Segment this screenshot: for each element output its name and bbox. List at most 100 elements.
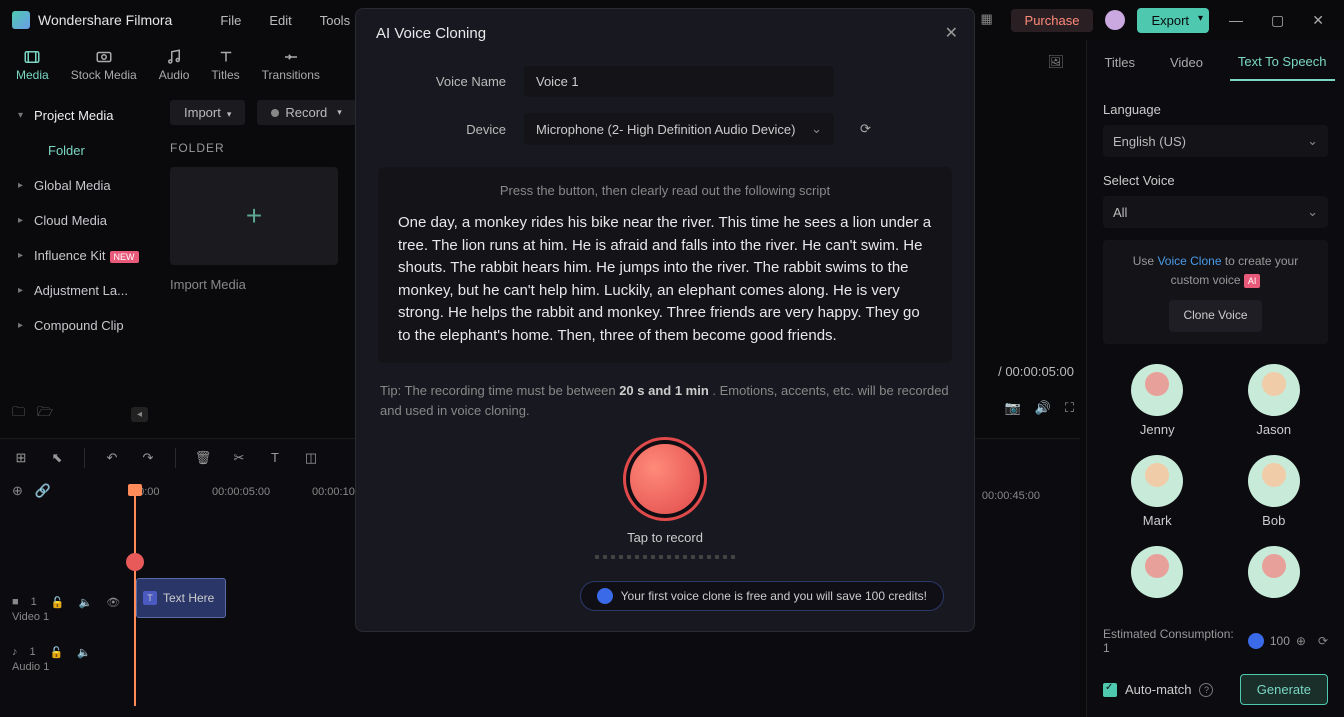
pointer-icon[interactable]: ⬉ <box>48 450 66 466</box>
select-voice-label: Select Voice <box>1103 173 1328 188</box>
select-icon[interactable]: ⊞ <box>12 450 30 466</box>
voice-name: Jenny <box>1140 422 1175 437</box>
tl-add-icon[interactable]: ⊕ <box>12 483 23 499</box>
export-button[interactable]: Export <box>1137 8 1209 33</box>
title-clip[interactable]: T Text Here <box>136 578 226 618</box>
voice-card-jenny[interactable]: Jenny <box>1103 364 1212 437</box>
voice-card[interactable] <box>1103 546 1212 598</box>
sidebar-item-folder[interactable]: Folder <box>0 133 160 168</box>
voice-card-bob[interactable]: Bob <box>1220 455 1329 528</box>
credits-value: 100 <box>1270 634 1290 648</box>
media-tab-audio-label: Audio <box>159 68 190 82</box>
timeline-marker[interactable] <box>126 553 144 571</box>
tab-tts[interactable]: Text To Speech <box>1230 44 1335 81</box>
sidebar-item-global-media[interactable]: ▸Global Media <box>0 168 160 203</box>
tab-video[interactable]: Video <box>1162 45 1211 80</box>
add-credits-icon[interactable]: ⊕ <box>1296 634 1306 648</box>
video-track-header[interactable]: ■1🔓🔈👁 Video 1 <box>0 584 128 634</box>
avatar-icon <box>1131 546 1183 598</box>
delete-icon[interactable]: 🗑 <box>194 450 212 466</box>
picture-icon[interactable]: 🖼 <box>1047 54 1064 70</box>
refresh-credits-icon[interactable]: ⟳ <box>1318 634 1328 648</box>
fullscreen-icon[interactable]: ⛶ <box>1065 400 1074 416</box>
volume-icon[interactable]: 🔊 <box>1035 400 1051 416</box>
media-tab-media[interactable]: Media <box>6 44 59 86</box>
device-label: Device <box>416 122 506 137</box>
refresh-device-icon[interactable]: ⟳ <box>860 121 871 137</box>
sidebar-item-compound[interactable]: ▸ Compound Clip <box>0 308 160 343</box>
undo-icon[interactable]: ↶ <box>103 450 121 466</box>
collapse-sidebar-icon[interactable]: ◂ <box>131 407 148 422</box>
record-button[interactable] <box>630 444 700 514</box>
menu-tools[interactable]: Tools <box>310 9 360 32</box>
clone-voice-button[interactable]: Clone Voice <box>1169 300 1261 331</box>
sidebar-item-influence-kit[interactable]: ▸Influence KitNEW <box>0 238 160 273</box>
menu-file[interactable]: File <box>210 9 251 32</box>
voice-filter-select[interactable]: All <box>1103 196 1328 228</box>
generate-button[interactable]: Generate <box>1240 674 1328 705</box>
sidebar-label: Project Media <box>34 108 113 123</box>
sidebar-item-adjustment[interactable]: ▸Adjustment La... <box>0 273 160 308</box>
voice-clone-link[interactable]: Voice Clone <box>1157 254 1221 268</box>
help-icon[interactable]: ? <box>1199 683 1213 697</box>
tab-titles[interactable]: Titles <box>1096 45 1143 80</box>
voice-card-jason[interactable]: Jason <box>1220 364 1329 437</box>
track-labels: ■1🔓🔈👁 Video 1 ♪1🔓🔈 Audio 1 <box>0 584 128 684</box>
user-avatar[interactable] <box>1105 10 1125 30</box>
auto-match-label: Auto-match <box>1125 682 1191 697</box>
voice-card[interactable] <box>1220 546 1329 598</box>
cut-icon[interactable]: ✂ <box>230 450 248 466</box>
window-maximize-icon[interactable]: ▢ <box>1263 12 1292 29</box>
device-select[interactable]: Microphone (2- High Definition Audio Dev… <box>524 113 834 145</box>
lock-icon[interactable]: 🔓 <box>51 596 65 609</box>
tl-link-icon[interactable]: 🔗 <box>35 483 51 499</box>
sidebar-item-project-media[interactable]: ▾Project Media <box>0 98 160 133</box>
sidebar-footer: 🗀 🗁 ◂ <box>0 397 160 431</box>
chevron-right-icon: ▸ <box>18 320 23 331</box>
language-select[interactable]: English (US) <box>1103 125 1328 157</box>
media-tab-transitions[interactable]: Transitions <box>252 44 330 86</box>
new-badge: NEW <box>110 251 139 263</box>
lock-icon[interactable]: 🔓 <box>50 646 64 659</box>
sidebar-label: Compound Clip <box>34 318 124 333</box>
voice-name-input[interactable]: Voice 1 <box>524 66 834 97</box>
redo-icon[interactable]: ↷ <box>139 450 157 466</box>
sidebar-label: Global Media <box>34 178 111 193</box>
sidebar-item-cloud-media[interactable]: ▸Cloud Media <box>0 203 160 238</box>
new-folder-icon[interactable]: 🗀 <box>12 403 25 425</box>
ai-credits-icon <box>1248 633 1264 649</box>
snapshot-icon[interactable]: 📷 <box>1005 400 1021 416</box>
folder-panel: Import Record▾ FOLDER + Import Media <box>170 100 370 292</box>
media-tab-stock[interactable]: Stock Media <box>61 44 147 86</box>
close-icon[interactable]: ✕ <box>945 23 958 43</box>
device-value: Microphone (2- High Definition Audio Dev… <box>536 122 795 137</box>
import-dropdown[interactable]: Import <box>170 100 245 125</box>
language-label: Language <box>1103 102 1328 117</box>
grid-app-icon[interactable]: ▦ <box>981 11 999 29</box>
record-label: Record <box>285 105 327 120</box>
preview-controls: 📷 🔊 ⛶ <box>1005 400 1074 416</box>
chevron-right-icon: ▸ <box>18 285 23 296</box>
crop-icon[interactable]: ◫ <box>302 450 320 466</box>
folder-add-icon[interactable]: 🗁 <box>37 403 53 425</box>
import-media-tile[interactable]: + <box>170 167 338 265</box>
window-minimize-icon[interactable]: — <box>1221 12 1251 28</box>
purchase-button[interactable]: Purchase <box>1011 9 1094 32</box>
eye-icon[interactable]: 👁 <box>106 596 120 609</box>
audio-track-header[interactable]: ♪1🔓🔈 Audio 1 <box>0 634 128 684</box>
media-tab-audio[interactable]: Audio <box>149 44 200 86</box>
menu-edit[interactable]: Edit <box>259 9 301 32</box>
script-hint: Press the button, then clearly read out … <box>398 183 932 198</box>
mute-icon[interactable]: 🔈 <box>77 646 91 659</box>
window-close-icon[interactable]: ✕ <box>1304 12 1332 29</box>
voice-card-mark[interactable]: Mark <box>1103 455 1212 528</box>
credit-hint-pill: Your first voice clone is free and you w… <box>580 581 944 611</box>
media-tab-titles[interactable]: Titles <box>201 44 249 86</box>
checkbox-icon <box>1103 683 1117 697</box>
folder-section-label: FOLDER <box>170 141 370 155</box>
record-dropdown[interactable]: Record▾ <box>257 100 355 125</box>
mute-icon[interactable]: 🔈 <box>78 596 92 609</box>
auto-match-checkbox[interactable]: Auto-match ? <box>1103 682 1213 697</box>
text-icon[interactable]: T <box>266 450 284 465</box>
avatar-icon <box>1131 455 1183 507</box>
